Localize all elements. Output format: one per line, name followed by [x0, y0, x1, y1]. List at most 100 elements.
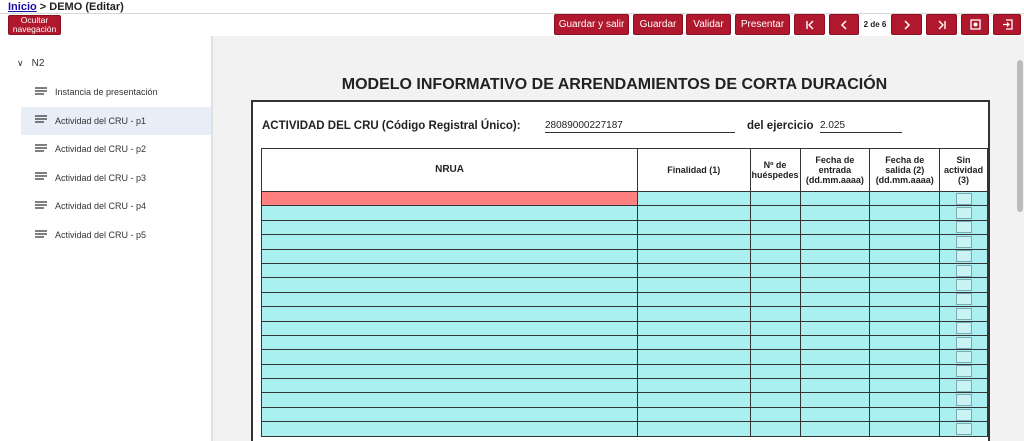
tree-root-n2[interactable]: ∨ N2 — [17, 58, 44, 69]
sin-actividad-checkbox[interactable] — [955, 336, 972, 349]
fecha-entrada-cell[interactable] — [799, 234, 871, 250]
huespedes-cell[interactable] — [749, 248, 801, 264]
huespedes-cell[interactable] — [749, 349, 801, 365]
huespedes-cell[interactable] — [749, 406, 801, 423]
next-page-button[interactable] — [891, 14, 922, 35]
sin-actividad-cell[interactable] — [939, 349, 988, 365]
sin-actividad-cell[interactable] — [939, 248, 988, 264]
sin-actividad-cell[interactable] — [939, 378, 988, 394]
finalidad-cell[interactable] — [637, 234, 751, 250]
sin-actividad-cell[interactable] — [939, 363, 988, 380]
nrua-cell[interactable] — [260, 406, 639, 423]
hide-navigation-button[interactable]: Ocultar navegación — [8, 15, 61, 35]
fecha-entrada-cell[interactable] — [799, 190, 871, 207]
huespedes-cell[interactable] — [749, 378, 801, 394]
nrua-cell[interactable] — [260, 334, 639, 351]
sin-actividad-cell[interactable] — [939, 291, 988, 308]
save-button[interactable]: Guardar — [633, 14, 683, 35]
finalidad-cell[interactable] — [637, 205, 751, 221]
nrua-cell[interactable] — [260, 320, 639, 336]
nrua-cell[interactable] — [260, 378, 639, 394]
cru-field[interactable]: 28089000227187 — [545, 119, 735, 133]
huespedes-cell[interactable] — [749, 363, 801, 380]
fecha-salida-cell[interactable] — [869, 219, 941, 236]
finalidad-cell[interactable] — [637, 334, 751, 351]
previous-page-button[interactable] — [829, 14, 859, 35]
nrua-cell[interactable] — [260, 277, 639, 293]
fecha-entrada-cell[interactable] — [799, 378, 871, 394]
sin-actividad-checkbox[interactable] — [955, 235, 972, 248]
nrua-cell[interactable] — [260, 205, 639, 221]
sin-actividad-checkbox[interactable] — [955, 207, 972, 220]
finalidad-cell[interactable] — [637, 378, 751, 394]
sin-actividad-checkbox[interactable] — [955, 422, 972, 435]
finalidad-cell[interactable] — [637, 248, 751, 264]
validate-button[interactable]: Validar — [686, 14, 731, 35]
sin-actividad-cell[interactable] — [939, 234, 988, 250]
nrua-cell[interactable] — [260, 219, 639, 236]
sin-actividad-cell[interactable] — [939, 421, 988, 437]
fecha-entrada-cell[interactable] — [799, 334, 871, 351]
sin-actividad-checkbox[interactable] — [955, 394, 972, 407]
finalidad-cell[interactable] — [637, 363, 751, 380]
fecha-salida-cell[interactable] — [869, 291, 941, 308]
sin-actividad-cell[interactable] — [939, 320, 988, 336]
sin-actividad-checkbox[interactable] — [955, 408, 972, 421]
finalidad-cell[interactable] — [637, 421, 751, 437]
huespedes-cell[interactable] — [749, 234, 801, 250]
sin-actividad-cell[interactable] — [939, 334, 988, 351]
sin-actividad-checkbox[interactable] — [955, 350, 972, 363]
sin-actividad-checkbox[interactable] — [955, 221, 972, 234]
fecha-entrada-cell[interactable] — [799, 205, 871, 221]
finalidad-cell[interactable] — [637, 406, 751, 423]
finalidad-cell[interactable] — [637, 190, 751, 207]
huespedes-cell[interactable] — [749, 320, 801, 336]
vertical-scrollbar[interactable] — [1016, 36, 1024, 441]
sin-actividad-cell[interactable] — [939, 392, 988, 408]
sin-actividad-checkbox[interactable] — [955, 192, 972, 205]
nrua-cell[interactable] — [260, 262, 639, 279]
present-button[interactable]: Presentar — [735, 14, 790, 35]
sidebar-item[interactable]: Actividad del CRU - p2 — [21, 135, 211, 163]
huespedes-cell[interactable] — [749, 306, 801, 322]
last-page-button[interactable] — [926, 14, 957, 35]
fecha-salida-cell[interactable] — [869, 349, 941, 365]
save-and-exit-button[interactable]: Guardar y salir — [554, 14, 629, 35]
sidebar-item[interactable]: Actividad del CRU - p4 — [21, 192, 211, 220]
sin-actividad-checkbox[interactable] — [955, 279, 972, 292]
huespedes-cell[interactable] — [749, 392, 801, 408]
sidebar-item[interactable]: Actividad del CRU - p5 — [21, 221, 211, 249]
fecha-salida-cell[interactable] — [869, 320, 941, 336]
finalidad-cell[interactable] — [637, 219, 751, 236]
sin-actividad-cell[interactable] — [939, 219, 988, 236]
huespedes-cell[interactable] — [749, 421, 801, 437]
fecha-salida-cell[interactable] — [869, 234, 941, 250]
huespedes-cell[interactable] — [749, 262, 801, 279]
sin-actividad-cell[interactable] — [939, 205, 988, 221]
fecha-salida-cell[interactable] — [869, 421, 941, 437]
fecha-salida-cell[interactable] — [869, 378, 941, 394]
fecha-salida-cell[interactable] — [869, 363, 941, 380]
sin-actividad-cell[interactable] — [939, 277, 988, 293]
nrua-cell[interactable] — [260, 234, 639, 250]
first-page-button[interactable] — [794, 14, 825, 35]
fecha-salida-cell[interactable] — [869, 190, 941, 207]
exit-button[interactable] — [993, 14, 1021, 35]
sin-actividad-cell[interactable] — [939, 406, 988, 423]
huespedes-cell[interactable] — [749, 291, 801, 308]
fecha-salida-cell[interactable] — [869, 392, 941, 408]
fecha-salida-cell[interactable] — [869, 262, 941, 279]
finalidad-cell[interactable] — [637, 349, 751, 365]
finalidad-cell[interactable] — [637, 320, 751, 336]
sin-actividad-checkbox[interactable] — [955, 264, 972, 277]
fecha-entrada-cell[interactable] — [799, 349, 871, 365]
finalidad-cell[interactable] — [637, 392, 751, 408]
sin-actividad-cell[interactable] — [939, 306, 988, 322]
sin-actividad-checkbox[interactable] — [955, 307, 972, 320]
nrua-cell[interactable] — [260, 248, 639, 264]
fecha-entrada-cell[interactable] — [799, 277, 871, 293]
fecha-salida-cell[interactable] — [869, 406, 941, 423]
finalidad-cell[interactable] — [637, 291, 751, 308]
ejercicio-field[interactable]: 2.025 — [820, 119, 902, 133]
finalidad-cell[interactable] — [637, 277, 751, 293]
